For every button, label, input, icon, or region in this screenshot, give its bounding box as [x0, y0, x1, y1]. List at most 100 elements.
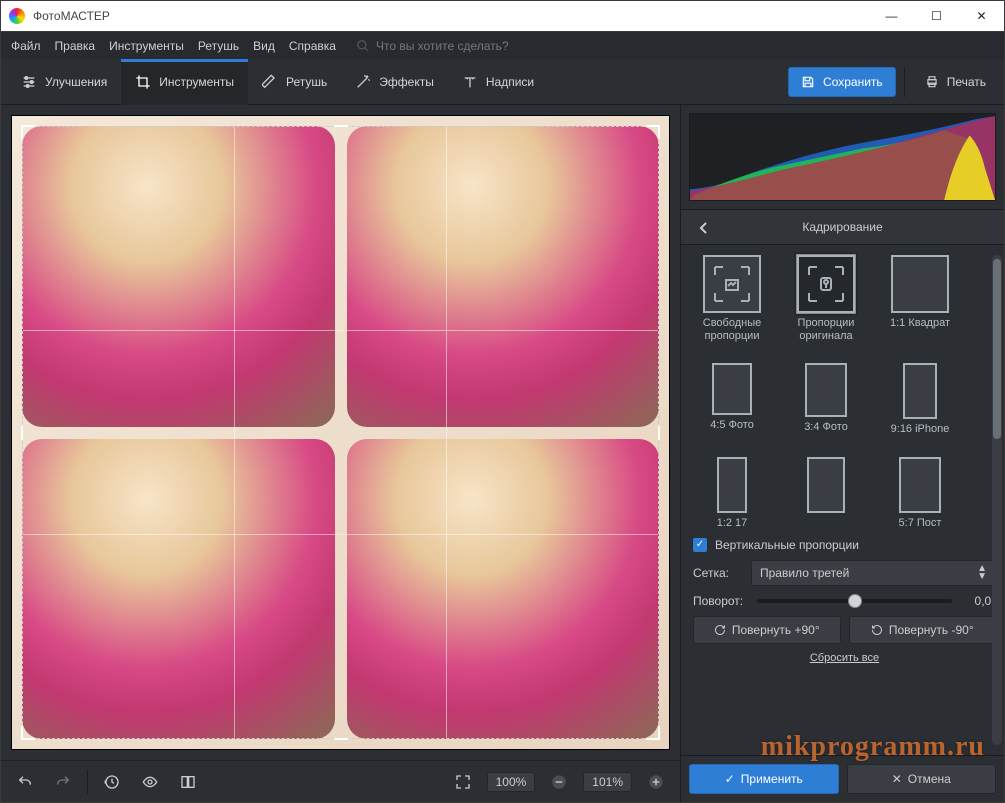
crop-preset[interactable]: Пропорции оригинала [787, 255, 865, 343]
menu-edit[interactable]: Правка [55, 39, 96, 53]
text-icon [462, 74, 478, 90]
chevron-updown-icon: ▲▼ [977, 565, 987, 581]
crop-preset[interactable]: 9:16 iPhone [881, 363, 959, 436]
close-icon: ✕ [892, 772, 902, 786]
menubar: Файл Правка Инструменты Ретушь Вид Справ… [1, 31, 1004, 59]
preset-label: Пропорции оригинала [787, 317, 865, 343]
tab-label: Эффекты [379, 75, 434, 89]
window-title: ФотоМАСТЕР [33, 9, 110, 23]
panel-title: Кадрирование [802, 220, 882, 234]
crop-preset[interactable]: 3:4 Фото [787, 363, 865, 436]
crop-preset[interactable]: 5:7 Пост [881, 457, 959, 530]
crop-preset[interactable]: 4:5 Фото [693, 363, 771, 436]
zoom-value[interactable]: 101% [583, 772, 632, 792]
rotate-cw-icon [714, 624, 726, 636]
titlebar: ФотоМАСТЕР — ☐ ✕ [1, 1, 1004, 31]
crop-icon [135, 74, 151, 90]
crop-preset[interactable]: 1:1 Квадрат [881, 255, 959, 343]
back-button[interactable] [691, 216, 715, 240]
minimize-button[interactable]: — [869, 1, 914, 31]
rotation-slider[interactable] [757, 599, 952, 603]
preset-thumb [712, 363, 752, 415]
preset-thumb [807, 457, 845, 513]
preset-thumb [899, 457, 941, 513]
tab-label: Инструменты [159, 75, 234, 89]
preset-label: 1:2 17 [717, 517, 748, 530]
zoom-in-button[interactable] [642, 768, 670, 796]
zoom-out-button[interactable] [545, 768, 573, 796]
collage-cell [22, 439, 335, 740]
print-label: Печать [947, 75, 986, 89]
cancel-button[interactable]: ✕ Отмена [847, 764, 997, 794]
check-icon: ✓ [725, 772, 735, 786]
search-icon [356, 39, 370, 53]
preset-label: Свободные пропорции [693, 317, 771, 343]
preset-thumb [717, 457, 747, 513]
chevron-left-icon [698, 221, 708, 235]
tab-tools[interactable]: Инструменты [121, 59, 248, 105]
crop-preset[interactable]: Свободные пропорции [693, 255, 771, 343]
scrollbar[interactable] [992, 255, 1002, 745]
close-button[interactable]: ✕ [959, 1, 1004, 31]
preset-thumb [891, 255, 949, 313]
collage-cell [22, 126, 335, 427]
grid-select[interactable]: Правило третей ▲▼ [751, 560, 996, 586]
undo-button[interactable] [11, 768, 39, 796]
grid-value: Правило третей [760, 566, 849, 580]
tab-effects[interactable]: Эффекты [341, 59, 448, 105]
crop-preset[interactable]: 1:2 17 [693, 457, 771, 530]
search-placeholder: Что вы хотите сделать? [376, 39, 509, 53]
preview-button[interactable] [136, 768, 164, 796]
maximize-button[interactable]: ☐ [914, 1, 959, 31]
preset-thumb [797, 255, 855, 313]
print-button[interactable]: Печать [913, 67, 998, 97]
tab-text[interactable]: Надписи [448, 59, 548, 105]
canvas-area[interactable] [1, 105, 680, 760]
preset-label: 4:5 Фото [710, 419, 754, 432]
sidebar: Кадрирование Свободные пропорции Пропорци… [680, 105, 1004, 802]
preset-label: 3:4 Фото [804, 421, 848, 434]
print-icon [925, 75, 939, 89]
app-logo-icon [9, 8, 25, 24]
compare-button[interactable] [174, 768, 202, 796]
preset-thumb [805, 363, 847, 417]
tab-label: Улучшения [45, 75, 107, 89]
rotate-ccw-icon [871, 624, 883, 636]
menu-view[interactable]: Вид [253, 39, 275, 53]
menu-help[interactable]: Справка [289, 39, 336, 53]
rotate-cw-button[interactable]: Повернуть +90° [693, 616, 841, 644]
preset-thumb [703, 255, 761, 313]
panel-header: Кадрирование [681, 209, 1004, 245]
histogram [689, 113, 996, 201]
tab-label: Надписи [486, 75, 534, 89]
menu-tools[interactable]: Инструменты [109, 39, 184, 53]
save-label: Сохранить [823, 75, 883, 89]
tab-retouch[interactable]: Ретушь [248, 59, 341, 105]
collage-cell [347, 439, 660, 740]
fit-screen-button[interactable] [449, 768, 477, 796]
vertical-proportions-checkbox[interactable]: ✓ [693, 538, 707, 552]
preset-label: 5:7 Пост [899, 517, 942, 530]
rotation-label: Поворот: [693, 594, 749, 608]
preset-thumb [903, 363, 937, 419]
redo-button[interactable] [49, 768, 77, 796]
wand-icon [355, 74, 371, 90]
menu-retouch[interactable]: Ретушь [198, 39, 239, 53]
preset-label: 1:1 Квадрат [890, 317, 950, 330]
menu-file[interactable]: Файл [11, 39, 41, 53]
canvas-footer: 100% 101% [1, 760, 680, 802]
tab-label: Ретушь [286, 75, 327, 89]
collage-cell [347, 126, 660, 427]
menubar-search[interactable]: Что вы хотите сделать? [356, 39, 509, 53]
save-button[interactable]: Сохранить [788, 67, 896, 97]
image-canvas[interactable] [11, 115, 670, 750]
reset-link[interactable]: Сбросить все [693, 652, 996, 664]
main-toolbar: Улучшения Инструменты Ретушь Эффекты Над… [1, 59, 1004, 105]
zoom-fit-value[interactable]: 100% [487, 772, 536, 792]
tab-enhance[interactable]: Улучшения [7, 59, 121, 105]
rotate-ccw-button[interactable]: Повернуть -90° [849, 616, 997, 644]
grid-label: Сетка: [693, 566, 743, 580]
crop-preset[interactable] [787, 457, 865, 530]
history-button[interactable] [98, 768, 126, 796]
apply-button[interactable]: ✓ Применить [689, 764, 839, 794]
